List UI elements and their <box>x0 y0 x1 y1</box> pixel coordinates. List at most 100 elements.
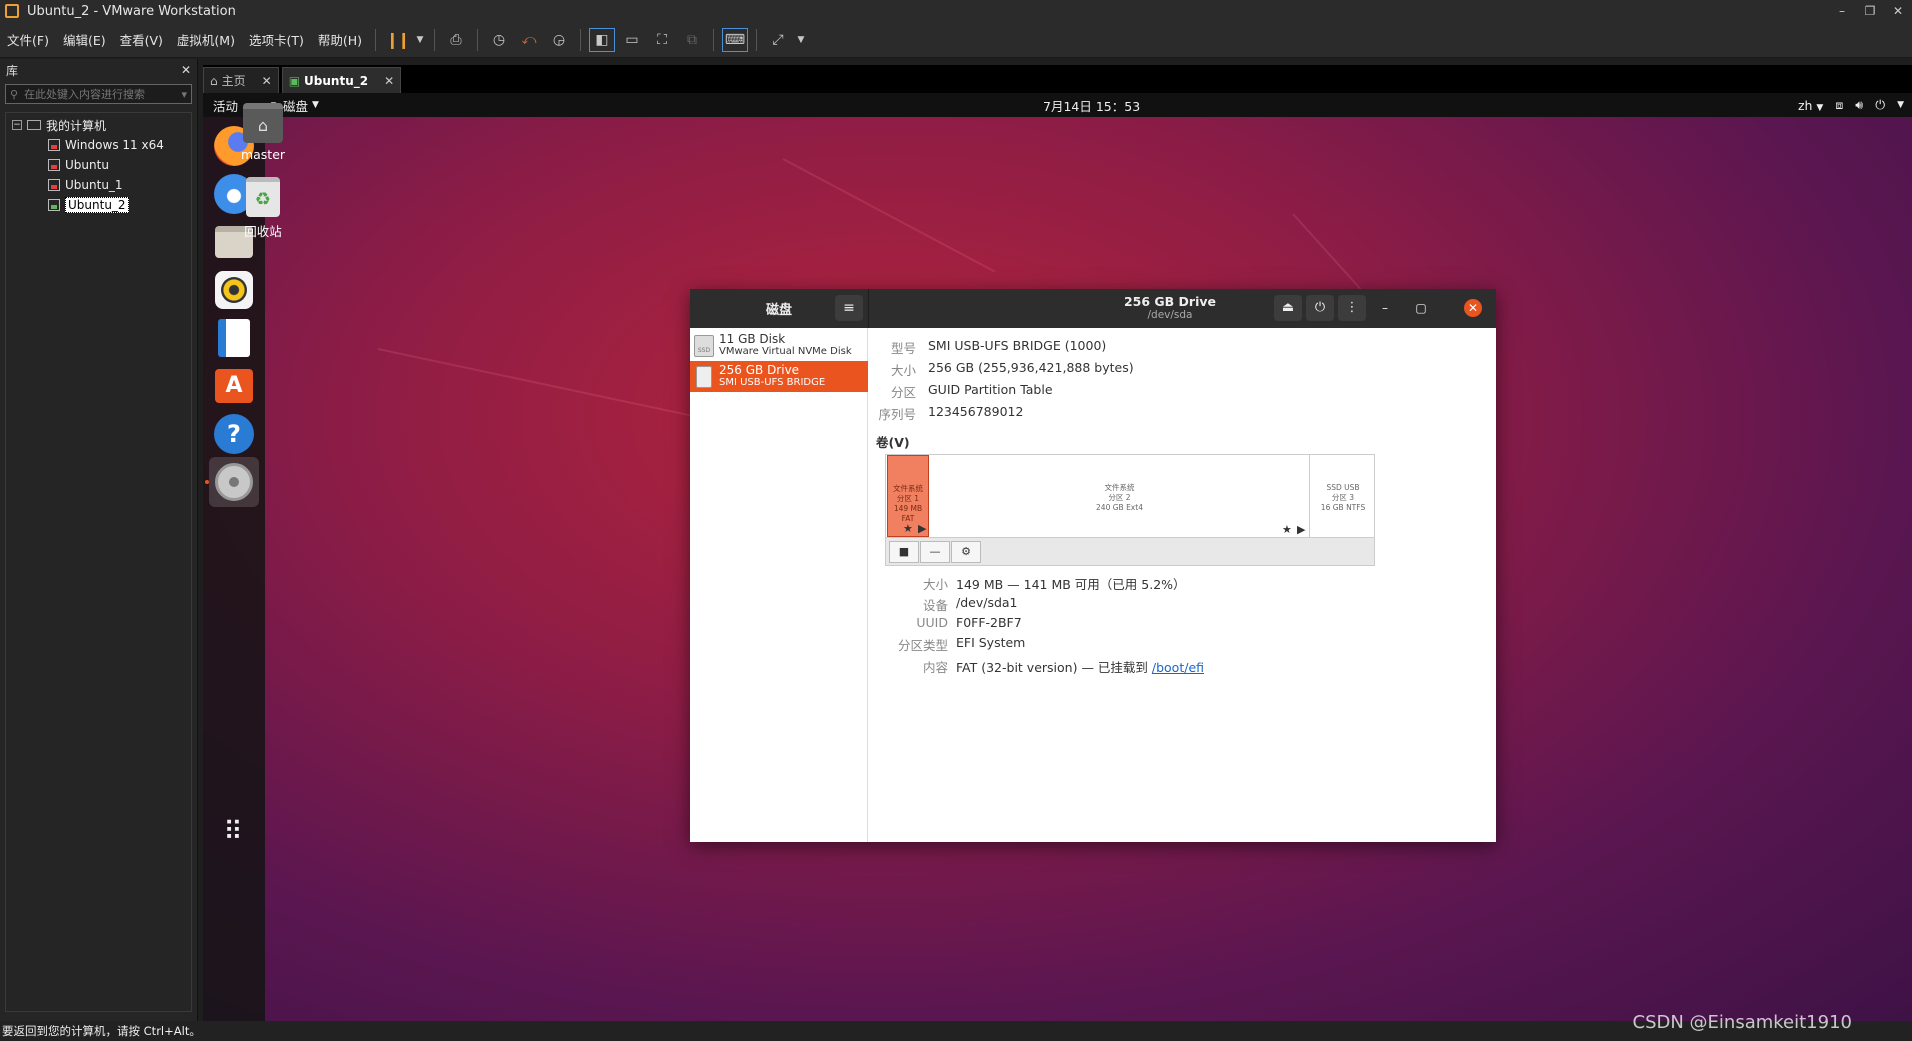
thumbnail-bar-icon[interactable]: ▭ <box>619 28 645 52</box>
pause-icon[interactable]: ❙❙ <box>384 28 411 52</box>
library-search-input[interactable]: ⚲ 在此处键入内容进行搜索 ▾ <box>5 84 192 104</box>
mount-point-link[interactable]: /boot/efi <box>1152 660 1204 675</box>
unmount-stop-icon[interactable]: ■ <box>889 541 919 563</box>
tree-item-ubuntu-1[interactable]: Ubuntu_1 <box>6 175 191 195</box>
restore-button[interactable]: ❐ <box>1856 4 1884 18</box>
prop-key: 型号 <box>890 341 916 356</box>
prop-key: 分区类型 <box>897 638 948 653</box>
ssd-icon: SSD <box>694 334 714 357</box>
volume-map: 文件系统 分区 1 149 MB FAT ★ ▶ 文件系统 分区 2 240 G… <box>885 454 1375 538</box>
contents-text: FAT (32-bit version) — 已挂载到 <box>956 660 1152 675</box>
system-tray[interactable]: zh ▼ ⧈ 🔊︎ ⏻ ▼ <box>1798 97 1904 113</box>
close-tab-icon[interactable]: ✕ <box>384 74 394 88</box>
menu-view[interactable]: 查看(V) <box>113 30 170 49</box>
drive-details: 型号 SMI USB-UFS BRIDGE (1000) 大小 256 GB (… <box>868 328 1496 842</box>
power-off-drive-icon[interactable]: ⏻ <box>1306 295 1334 321</box>
chevron-down-icon[interactable]: ▼ <box>1897 100 1904 110</box>
home-icon: ⌂ <box>210 73 218 88</box>
minimize-button[interactable]: – <box>1828 4 1856 18</box>
maximize-icon[interactable]: ▢ <box>1412 299 1430 317</box>
clock[interactable]: 7月14日 15：53 <box>1043 96 1140 115</box>
collapse-icon[interactable]: − <box>12 120 22 130</box>
trash-icon: ♻ <box>246 177 280 217</box>
disk-desc: SMI USB-UFS BRIDGE <box>719 377 826 388</box>
partition-line: 文件系统 <box>1104 483 1135 492</box>
disk-item-256gb[interactable]: 256 GB Drive SMI USB-UFS BRIDGE <box>690 361 868 392</box>
prop-value: 256 GB (255,936,421,888 bytes) <box>928 360 1134 375</box>
tab-label: 主页 <box>221 74 246 88</box>
disks-window: 磁盘 ≡ 256 GB Drive /dev/sda ⏏ ⏻ ⋮ – ▢ ✕ S… <box>690 289 1496 842</box>
menu-help[interactable]: 帮助(H) <box>311 30 369 49</box>
tab-ubuntu-2[interactable]: ▣ Ubuntu_2 ✕ <box>281 67 402 93</box>
tab-label: Ubuntu_2 <box>304 73 369 88</box>
tree-root[interactable]: − 我的计算机 <box>6 115 191 135</box>
hamburger-menu-icon[interactable]: ≡ <box>835 295 863 321</box>
home-folder-label: master <box>240 147 286 162</box>
status-bar: 要返回到您的计算机，请按 Ctrl+Alt。 <box>0 1021 1912 1041</box>
vm-label: Windows 11 x64 <box>65 138 164 152</box>
close-tab-icon[interactable]: ✕ <box>262 74 272 88</box>
prop-key: 内容 <box>922 660 948 675</box>
tree-root-label: 我的计算机 <box>46 118 107 133</box>
drive-options-icon[interactable]: ⋮ <box>1338 295 1366 321</box>
unity-icon[interactable]: ⧉ <box>679 28 705 52</box>
show-applications-icon[interactable]: ⠿ <box>209 807 259 857</box>
network-icon[interactable]: ⧈ <box>1835 97 1843 113</box>
window-title: Ubuntu_2 - VMware Workstation <box>27 3 236 19</box>
desktop-trash[interactable]: ♻ 回收站 <box>228 177 298 240</box>
disks-dock-icon[interactable] <box>209 457 259 507</box>
full-screen-icon[interactable]: ⛶ <box>649 28 675 52</box>
console-view-icon[interactable]: ⌨ <box>722 27 749 52</box>
play-icon: ▶ <box>1297 523 1306 536</box>
snapshot-icon[interactable]: ◷ <box>486 28 512 52</box>
input-language[interactable]: zh ▼ <box>1798 98 1823 113</box>
prop-value: 149 MB — 141 MB 可用（已用 5.2%） <box>956 577 1186 592</box>
send-ctrl-alt-del-icon[interactable]: ⎙ <box>443 28 469 52</box>
tree-item-ubuntu-2[interactable]: Ubuntu_2 <box>6 195 191 215</box>
close-library-icon[interactable]: ✕ <box>181 63 191 77</box>
partition-line: 分区 1 <box>896 494 920 503</box>
star-icon: ★ <box>1282 523 1292 536</box>
chevron-down-icon[interactable]: ▾ <box>181 88 187 101</box>
software-center-icon[interactable]: A <box>209 361 259 411</box>
desktop-home-folder[interactable]: ⌂ master <box>228 103 298 162</box>
library-panel: 库 ✕ ⚲ 在此处键入内容进行搜索 ▾ − 我的计算机 Windows 11 x… <box>0 59 198 1021</box>
wallpaper-line <box>782 158 996 273</box>
power-icon[interactable]: ⏻ <box>1875 97 1885 113</box>
rhythmbox-icon[interactable] <box>209 265 259 315</box>
stretch-guest-icon[interactable]: ⤢ <box>765 28 791 52</box>
menu-file[interactable]: 文件(F) <box>0 30 56 49</box>
home-folder-icon: ⌂ <box>243 103 283 143</box>
tab-home[interactable]: ⌂ 主页 ✕ <box>203 67 279 93</box>
revert-snapshot-icon[interactable]: ⤺ <box>516 28 542 52</box>
eject-icon[interactable]: ⏏ <box>1274 295 1302 321</box>
tree-item-ubuntu[interactable]: Ubuntu <box>6 155 191 175</box>
partition-settings-icon[interactable]: ⚙ <box>951 541 981 563</box>
snapshot-manager-icon[interactable]: ◶ <box>546 28 572 52</box>
dropdown-arrow-icon[interactable]: ▼ <box>795 28 807 52</box>
menu-vm[interactable]: 虚拟机(M) <box>170 30 242 49</box>
library-title: 库 <box>6 63 19 78</box>
show-library-icon[interactable]: ◧ <box>589 27 616 52</box>
dropdown-arrow-icon[interactable]: ▼ <box>414 28 426 52</box>
menu-tabs[interactable]: 选项卡(T) <box>242 30 311 49</box>
disk-item-11gb[interactable]: SSD 11 GB Disk VMware Virtual NVMe Disk <box>690 330 868 361</box>
tree-item-windows11[interactable]: Windows 11 x64 <box>6 135 191 155</box>
volumes-heading: 卷(V) <box>876 435 910 450</box>
menu-edit[interactable]: 编辑(E) <box>56 30 113 49</box>
delete-partition-icon[interactable]: — <box>920 541 950 563</box>
partition-2[interactable]: 文件系统 分区 2 240 GB Ext4 ★ ▶ <box>930 455 1310 537</box>
vm-icon <box>48 159 60 171</box>
drive-subtitle: /dev/sda <box>1147 309 1193 321</box>
partition-line: 149 MB FAT <box>893 504 923 523</box>
partition-3[interactable]: SSD USB 分区 3 16 GB NTFS <box>1311 455 1375 537</box>
close-icon[interactable]: ✕ <box>1464 299 1482 317</box>
libreoffice-writer-icon[interactable] <box>209 313 259 363</box>
volume-icon[interactable]: 🔊︎ <box>1855 97 1863 113</box>
close-window-button[interactable]: ✕ <box>1884 4 1912 18</box>
help-icon[interactable]: ? <box>209 409 259 459</box>
minimize-icon[interactable]: – <box>1376 299 1394 317</box>
partition-line: 文件系统 <box>893 484 923 493</box>
partition-1[interactable]: 文件系统 分区 1 149 MB FAT ★ ▶ <box>887 455 929 537</box>
menu-bar: 文件(F) 编辑(E) 查看(V) 虚拟机(M) 选项卡(T) 帮助(H) ❙❙… <box>0 22 1912 58</box>
